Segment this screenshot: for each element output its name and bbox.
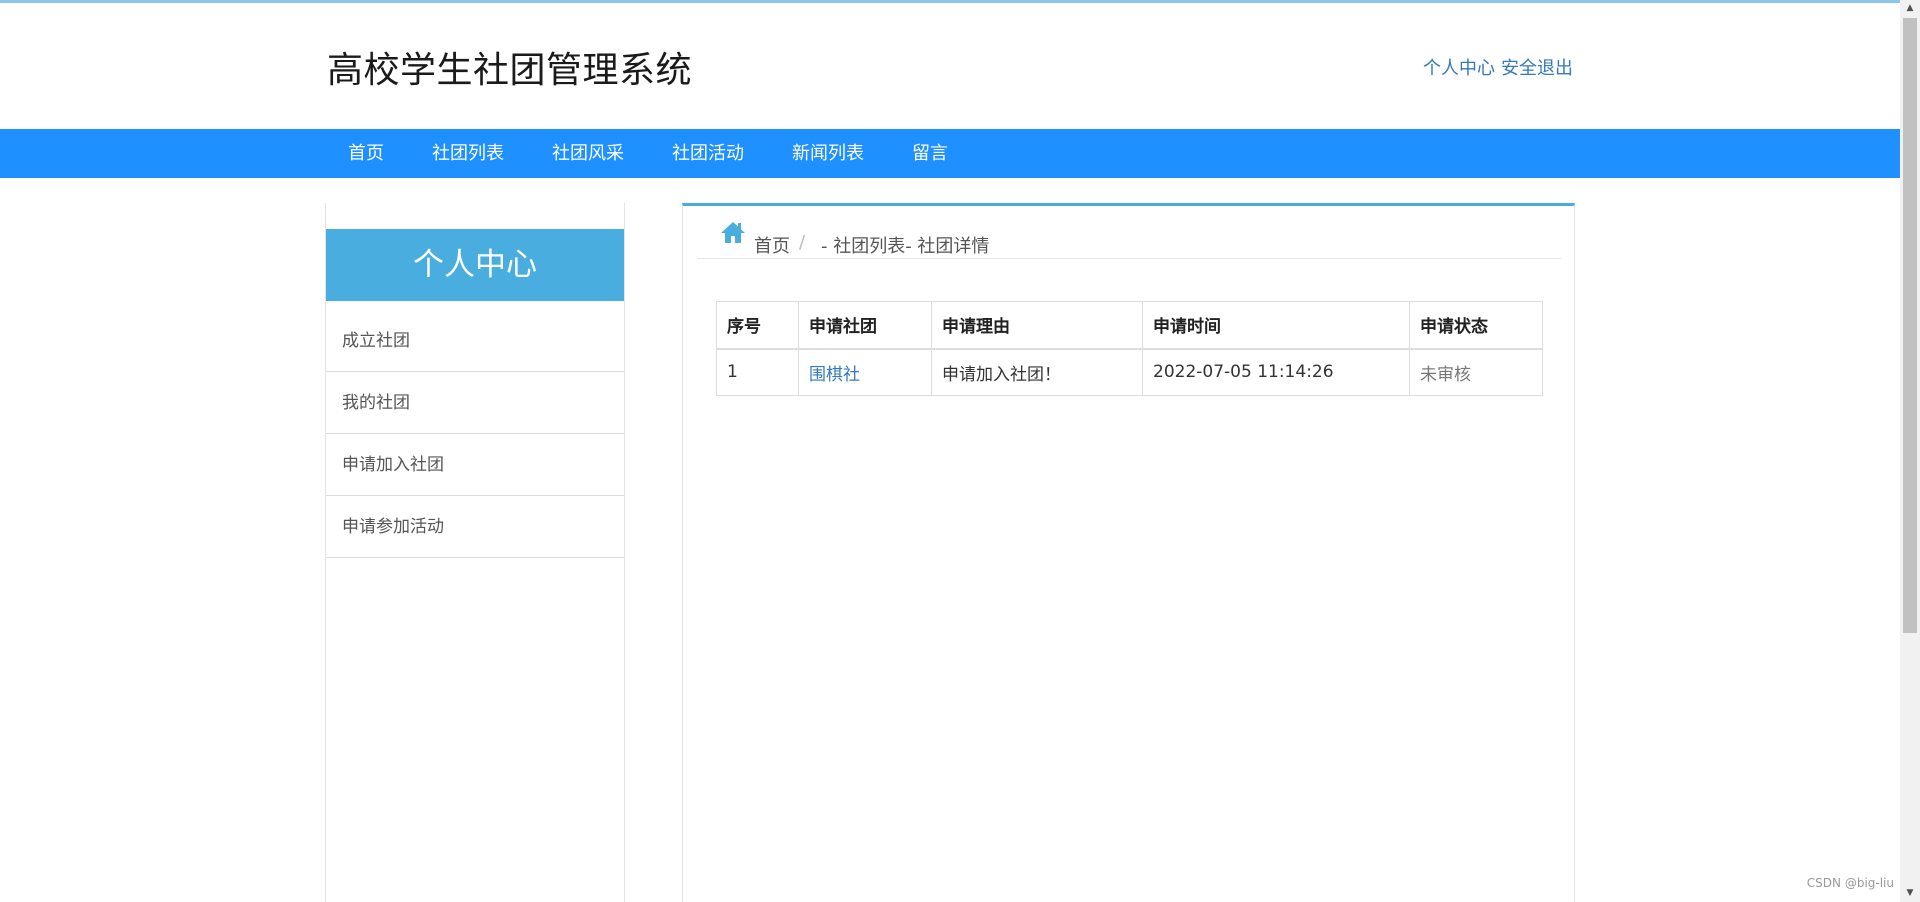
scroll-down-arrow-icon[interactable]: ▼ xyxy=(1900,885,1920,902)
club-link[interactable]: 围棋社 xyxy=(809,365,860,385)
personal-center-link[interactable]: 个人中心 xyxy=(1423,58,1495,79)
sidebar-title: 个人中心 xyxy=(326,229,624,301)
site-title: 高校学生社团管理系统 xyxy=(327,50,693,91)
sidebar-item-join-activity[interactable]: 申请参加活动 xyxy=(326,496,624,558)
column-header-index: 序号 xyxy=(716,301,799,350)
nav-item-club-showcase[interactable]: 社团风采 xyxy=(528,129,648,178)
sidebar-item-create-club[interactable]: 成立社团 xyxy=(326,310,624,372)
nav-item-news-list[interactable]: 新闻列表 xyxy=(768,129,888,178)
sidebar: 个人中心 成立社团 我的社团 申请加入社团 申请参加活动 xyxy=(325,203,625,902)
nav-item-messages[interactable]: 留言 xyxy=(888,129,972,178)
breadcrumb: 首页 / - 社团列表- 社团详情 xyxy=(697,219,1561,259)
table-header-row: 序号 申请社团 申请理由 申请时间 申请状态 xyxy=(716,301,1543,350)
column-header-status: 申请状态 xyxy=(1409,301,1543,350)
sidebar-menu: 成立社团 我的社团 申请加入社团 申请参加活动 xyxy=(326,310,624,558)
cell-index: 1 xyxy=(716,348,799,396)
cell-time: 2022-07-05 11:14:26 xyxy=(1142,348,1410,396)
application-table: 序号 申请社团 申请理由 申请时间 申请状态 1 围棋社 申请加入社团！ 202… xyxy=(716,301,1543,396)
main-nav: 首页 社团列表 社团风采 社团活动 新闻列表 留言 xyxy=(0,129,1900,178)
header: 高校学生社团管理系统 个人中心 安全退出 xyxy=(0,3,1900,129)
nav-item-home[interactable]: 首页 xyxy=(324,129,408,178)
home-icon[interactable] xyxy=(719,219,747,245)
table-row: 1 围棋社 申请加入社团！ 2022-07-05 11:14:26 未审核 xyxy=(716,348,1543,396)
column-header-time: 申请时间 xyxy=(1142,301,1410,350)
watermark: CSDN @big-liu xyxy=(1806,876,1894,890)
nav-item-club-list[interactable]: 社团列表 xyxy=(408,129,528,178)
logout-link[interactable]: 安全退出 xyxy=(1501,58,1573,79)
main-panel: 首页 / - 社团列表- 社团详情 序号 申请社团 申请理由 申请时间 申请状态… xyxy=(682,203,1575,902)
breadcrumb-current: - 社团列表- 社团详情 xyxy=(821,236,990,257)
sidebar-item-join-club[interactable]: 申请加入社团 xyxy=(326,434,624,496)
cell-club: 围棋社 xyxy=(798,348,932,396)
page-scrollbar[interactable]: ▲ ▼ xyxy=(1900,0,1920,902)
cell-status: 未审核 xyxy=(1409,348,1543,396)
breadcrumb-home-link[interactable]: 首页 xyxy=(754,232,790,258)
cell-reason: 申请加入社团！ xyxy=(931,348,1143,396)
breadcrumb-separator: / xyxy=(799,232,806,253)
column-header-reason: 申请理由 xyxy=(931,301,1143,350)
sidebar-item-my-clubs[interactable]: 我的社团 xyxy=(326,372,624,434)
column-header-club: 申请社团 xyxy=(798,301,932,350)
scroll-up-arrow-icon[interactable]: ▲ xyxy=(1900,0,1920,17)
scroll-thumb[interactable] xyxy=(1903,18,1917,633)
user-links: 个人中心 安全退出 xyxy=(1423,54,1573,80)
nav-item-club-activities[interactable]: 社团活动 xyxy=(648,129,768,178)
